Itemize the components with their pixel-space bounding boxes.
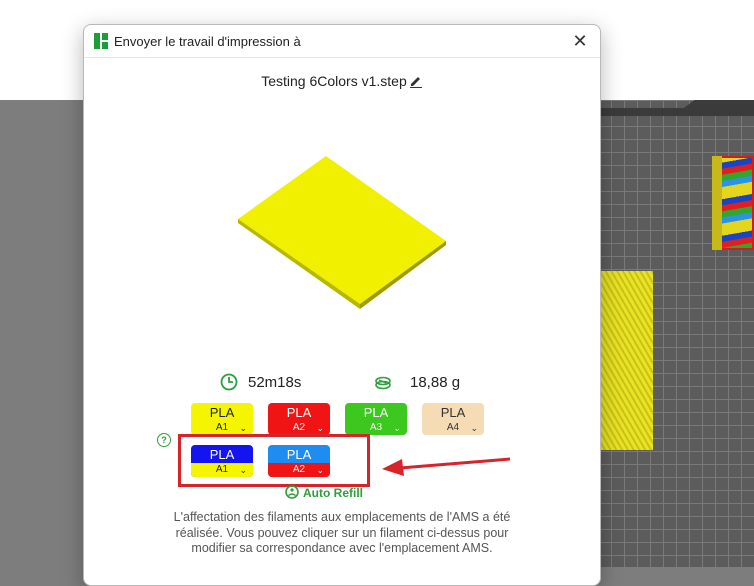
red-arrow-icon — [382, 457, 511, 476]
chevron-down-icon: ⌄ — [470, 423, 478, 433]
filament-1[interactable]: PLA A1 ⌄ — [191, 403, 253, 435]
clock-icon — [220, 373, 238, 391]
help-icon[interactable]: ? — [157, 433, 171, 447]
filament-type: PLA — [440, 405, 466, 420]
chevron-down-icon: ⌄ — [393, 423, 401, 433]
auto-refill-link[interactable]: Auto Refill — [285, 485, 363, 500]
filament-type: PLA — [209, 405, 235, 420]
job-name-row: Testing 6Colors v1.step — [84, 73, 600, 89]
filament-weight: 18,88 g — [410, 374, 461, 391]
auto-refill-label: Auto Refill — [303, 486, 363, 500]
job-name: Testing 6Colors v1.step — [261, 73, 407, 89]
bambu-app-icon — [94, 33, 108, 49]
dialog-title: Envoyer le travail d'impression à — [114, 34, 301, 49]
highlight-box — [178, 434, 370, 487]
ams-slot: A4 ⌄ — [446, 422, 478, 433]
model-preview — [238, 156, 446, 309]
send-print-dialog: Envoyer le travail d'impression à ✕ Test… — [83, 24, 601, 586]
filament-4[interactable]: PLA A4 ⌄ — [422, 403, 484, 435]
ams-slot: A2 ⌄ — [292, 422, 324, 433]
filament-type: PLA — [286, 405, 312, 420]
chevron-down-icon: ⌄ — [239, 423, 247, 433]
print-stats: 52m18s 18,88 g — [84, 371, 600, 395]
filament-type: PLA — [363, 405, 389, 420]
edit-icon[interactable] — [409, 74, 423, 88]
ams-slot: A1 ⌄ — [215, 422, 247, 433]
model-on-plate — [598, 271, 653, 450]
filament-2[interactable]: PLA A2 ⌄ — [268, 403, 330, 435]
mapping-info-text: L'affectation des filaments aux emplacem… — [173, 510, 511, 555]
filament-weight-icon — [375, 376, 391, 390]
filament-3[interactable]: PLA A3 ⌄ — [345, 403, 407, 435]
refill-icon — [285, 485, 299, 499]
close-button[interactable]: ✕ — [568, 29, 592, 53]
dialog-titlebar: Envoyer le travail d'impression à ✕ — [84, 25, 600, 58]
ams-slot: A3 ⌄ — [369, 422, 401, 433]
print-time: 52m18s — [248, 374, 302, 391]
multicolor-model-side — [712, 156, 722, 250]
chevron-down-icon: ⌄ — [316, 423, 324, 433]
